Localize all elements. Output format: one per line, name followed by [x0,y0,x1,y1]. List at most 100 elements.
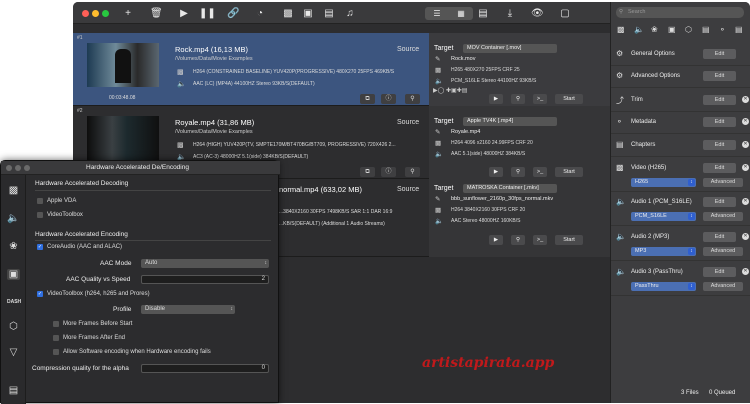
profile-select[interactable]: Disable ↕ [141,305,235,314]
play-icon[interactable]: ▶ [489,167,503,177]
aac-mode-select[interactable]: Auto ↕ [141,259,269,268]
info-icon[interactable]: ⓘ [381,94,396,104]
export-icon[interactable]: ⤓ [504,8,516,20]
play-icon[interactable]: ▶ [489,235,503,245]
document-icon[interactable]: ▤ [7,385,20,396]
remove-icon[interactable]: ✕ [742,96,749,103]
videotoolbox-decode-checkbox[interactable] [37,212,43,218]
edit-button[interactable]: Edit [703,232,736,242]
edit-button[interactable]: Edit [703,49,736,59]
sidebar-item-general-options[interactable]: ⚙ General Options Edit [611,44,750,66]
zoom-window-button[interactable] [24,165,30,171]
edit-button[interactable]: Edit [703,197,736,207]
aperture-icon[interactable]: ❀ [651,25,658,34]
cube-icon[interactable]: ⬡ [7,321,20,332]
queue-row[interactable]: #1 00:03:48.08 Rock.mp4 (16,13 MB) /Volu… [73,33,610,106]
wrench-icon[interactable]: ⚲ [511,167,525,177]
sidebar-item-chapters[interactable]: ▤ Chapters Edit ✕ [611,135,750,157]
info-icon[interactable]: ⓘ [381,167,396,177]
container-select[interactable]: MOV Container [.mov] [463,44,557,53]
terminal-icon[interactable]: >_ [533,235,547,245]
add-icon[interactable]: + [122,8,134,20]
minimize-window-button[interactable] [92,10,99,17]
edit-button[interactable]: Edit [703,71,736,81]
start-button[interactable]: Start [555,94,583,104]
fullscreen-icon[interactable]: ▢ [559,8,571,20]
audio-add-icon[interactable]: 🔈 [634,25,644,34]
aac-quality-field[interactable]: 2 [141,275,269,284]
dash-icon[interactable]: DASH [7,299,21,305]
pause-icon[interactable]: ❚❚ [199,8,216,20]
document-icon[interactable]: ▤ [735,25,743,34]
cube-icon[interactable]: ⬡ [685,25,692,34]
more-frames-before-checkbox[interactable] [53,321,59,327]
codec-select[interactable]: H265 ↕ [631,178,696,187]
container-select[interactable]: MATROSKA Container [.mkv] [463,184,557,193]
remove-icon[interactable]: ✕ [742,118,749,125]
film-icon[interactable]: ▤ [477,8,489,20]
output-name[interactable]: bbb_sunflower_2160p_30fps_normal.mkv [451,196,553,202]
video-add-icon[interactable]: ▩ [617,25,625,34]
copy-icon[interactable]: ⧉ [360,167,375,177]
terminal-icon[interactable]: >_ [533,167,547,177]
allow-software-checkbox[interactable] [53,349,59,355]
aperture-icon[interactable]: ❀ [7,241,20,252]
audio-icon[interactable]: ♫ [344,8,356,20]
close-window-button[interactable] [6,165,12,171]
minimize-window-button[interactable] [15,165,21,171]
edit-button[interactable]: Edit [703,267,736,277]
edit-button[interactable]: Edit [703,95,736,105]
gauge-icon[interactable]: ◔ [254,8,266,20]
search-field[interactable]: ⚲ Search [616,7,744,18]
sidebar-item-audio-3[interactable]: 🔈 Audio 3 (PassThru) Edit ✕ PassThru ↕ Ad… [611,262,750,296]
edit-button[interactable]: Edit [703,140,736,150]
pencil-icon[interactable]: ✎ [435,195,440,203]
coreaudio-checkbox[interactable]: ✓ [37,244,43,250]
grid-icon[interactable]: ▦ [449,7,473,20]
remove-icon[interactable]: ✕ [742,268,749,275]
advanced-button[interactable]: Advanced [703,178,743,187]
remove-icon[interactable]: ✕ [742,233,749,240]
subtitle-icon[interactable]: ▤ [702,25,710,34]
advanced-button[interactable]: Advanced [703,212,743,221]
start-button[interactable]: Start [555,167,583,177]
sidebar-item-metadata[interactable]: ⚬ Metadata Edit ✕ [611,112,750,134]
search-icon[interactable]: ⚲ [405,94,420,104]
sidebar-item-audio-1[interactable]: 🔈 Audio 1 (PCM_S16LE) Edit ✕ PCM_S16LE ↕ … [611,192,750,226]
start-button[interactable]: Start [555,235,583,245]
image-video-icon[interactable]: ▣ [302,8,314,20]
filter-icon[interactable]: ▽ [7,347,20,358]
edit-button[interactable]: Edit [703,163,736,173]
output-name[interactable]: Royale.mp4 [451,129,480,135]
terminal-icon[interactable]: >_ [533,94,547,104]
remove-icon[interactable]: ✕ [742,198,749,205]
videotoolbox-encode-checkbox[interactable]: ✓ [37,291,43,297]
apple-vda-checkbox[interactable] [37,198,43,204]
container-select[interactable]: Apple TV4K [.mp4] [463,117,557,126]
remove-icon[interactable]: ✕ [742,141,749,148]
wrench-icon[interactable]: ⚲ [511,94,525,104]
alpha-quality-field[interactable]: 0 [141,364,269,373]
speaker-icon[interactable]: 🔈 [7,213,20,224]
link-icon[interactable]: 🔗 [227,8,239,20]
codec-select[interactable]: MP3 ↕ [631,247,696,256]
sidebar-item-advanced-options[interactable]: ⚙ Advanced Options Edit [611,66,750,88]
list-icon[interactable]: ☰ [425,7,449,20]
sidebar-item-trim[interactable]: ⤴ Trim Edit ✕ [611,90,750,112]
sidebar-item-audio-2[interactable]: 🔈 Audio 2 (MP3) Edit ✕ MP3 ↕ Advanced [611,227,750,261]
play-icon[interactable]: ▶ [489,94,503,104]
copy-icon[interactable]: ⧉ [360,94,375,104]
advanced-button[interactable]: Advanced [703,282,743,291]
trash-icon[interactable]: 🗑 [150,8,163,20]
output-name[interactable]: Rock.mov [451,56,475,62]
pencil-icon[interactable]: ✎ [435,55,440,63]
subtitle-icon[interactable]: ▤ [323,8,335,20]
codec-select[interactable]: PassThru ↕ [631,282,696,291]
eye-icon[interactable]: 👁 [531,8,544,20]
remove-icon[interactable]: ✕ [742,164,749,171]
wrench-icon[interactable]: ⚲ [511,235,525,245]
play-icon[interactable]: ▶ [178,8,190,20]
close-window-button[interactable] [82,10,89,17]
tag-icon[interactable]: ⚬ [719,25,726,34]
more-frames-after-checkbox[interactable] [53,335,59,341]
